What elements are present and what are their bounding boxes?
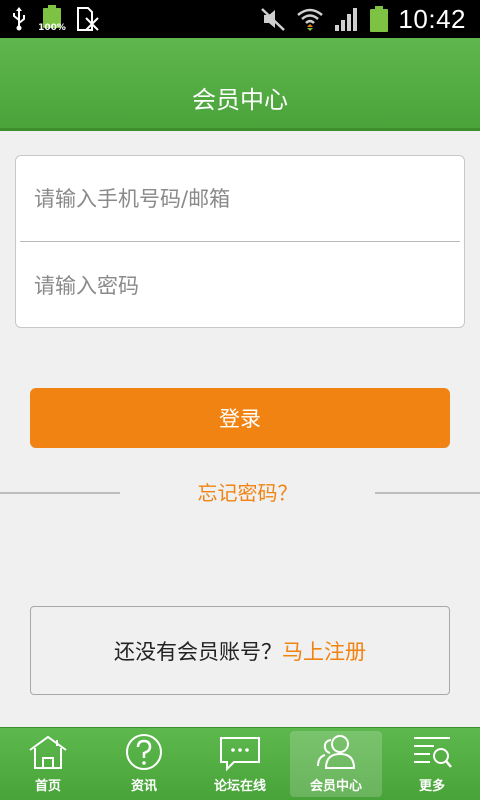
- nav-item-member[interactable]: 会员中心: [288, 728, 384, 800]
- status-bar: 100% 10:42: [0, 0, 480, 38]
- usb-icon: [10, 6, 28, 32]
- register-prompt: 还没有会员账号？: [114, 639, 282, 664]
- clock: 10:42: [398, 3, 466, 34]
- bottom-nav: 首页 资讯 论坛在线 会员中心 更多: [0, 727, 480, 800]
- nav-item-home[interactable]: 首页: [0, 728, 96, 800]
- signal-icon: [334, 7, 360, 31]
- page-title: 会员中心: [192, 86, 288, 114]
- register-box: 还没有会员账号？ 马上注册: [30, 606, 450, 695]
- mute-icon: [260, 6, 286, 32]
- field-divider: [20, 241, 460, 242]
- users-icon: [317, 735, 356, 769]
- question-icon: [126, 734, 162, 770]
- chat-icon: [220, 737, 260, 772]
- login-form: [15, 155, 465, 328]
- login-button[interactable]: 登录: [30, 388, 450, 448]
- nav-label: 资讯: [130, 779, 157, 794]
- header-bar: 会员中心: [0, 38, 480, 131]
- more-search-icon: [414, 737, 452, 768]
- battery-percent: 100%: [38, 23, 66, 33]
- battery-icon: [370, 6, 389, 32]
- wifi-icon: [296, 6, 324, 32]
- password-input[interactable]: [16, 243, 464, 328]
- nav-item-news[interactable]: 资讯: [96, 728, 192, 800]
- nav-label: 首页: [34, 779, 61, 794]
- sim-icon: [76, 6, 100, 32]
- nav-label: 更多: [418, 779, 445, 794]
- account-input[interactable]: [16, 156, 464, 241]
- battery-icon: 100%: [38, 5, 66, 33]
- status-left-icons: 100%: [10, 4, 100, 34]
- divider-left: [0, 492, 120, 494]
- forgot-password-link[interactable]: 忘记密码？: [120, 478, 375, 508]
- register-link[interactable]: 马上注册: [282, 636, 366, 666]
- home-icon: [29, 735, 67, 769]
- nav-label: 论坛在线: [213, 779, 266, 794]
- nav-label: 会员中心: [309, 779, 362, 794]
- divider-right: [375, 492, 480, 494]
- nav-item-forum[interactable]: 论坛在线: [192, 728, 288, 800]
- status-right-icons: 10:42: [260, 4, 466, 34]
- nav-item-more[interactable]: 更多: [384, 728, 480, 800]
